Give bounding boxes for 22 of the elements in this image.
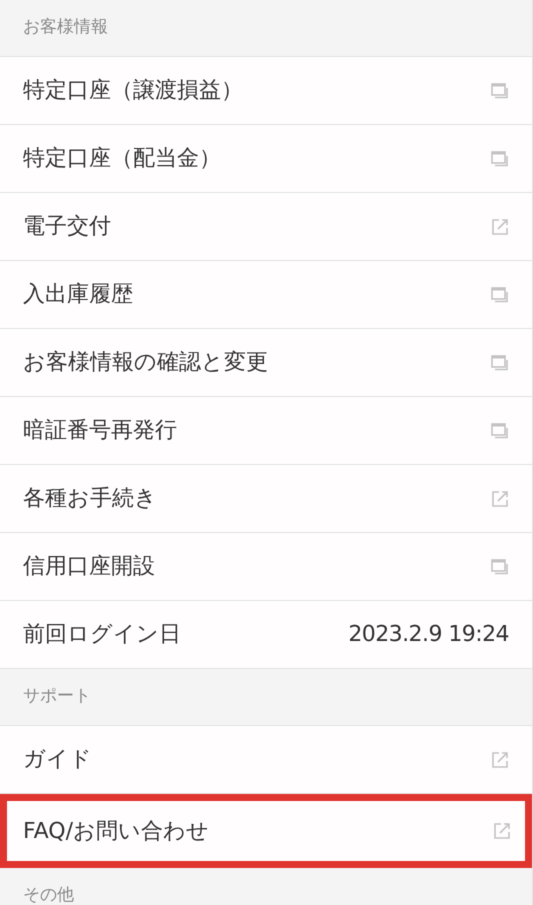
window-icon xyxy=(491,150,509,166)
external-link-icon xyxy=(491,750,509,768)
window-icon xyxy=(491,422,509,438)
menu-item[interactable]: 特定口座（譲渡損益） xyxy=(0,57,532,125)
menu-item[interactable]: FAQ/お問い合わせ xyxy=(0,794,532,868)
menu-item[interactable]: 入出庫履歴 xyxy=(0,261,532,329)
window-icon xyxy=(491,82,509,98)
menu-item[interactable]: 電子交付 xyxy=(0,193,532,261)
menu-item[interactable]: 暗証番号再発行 xyxy=(0,397,532,465)
menu-item[interactable]: 信用口座開設 xyxy=(0,533,532,601)
external-link-icon xyxy=(491,218,509,236)
window-icon xyxy=(491,286,509,302)
menu-item[interactable]: 前回ログイン日 2023.2.9 19:24 xyxy=(0,601,532,669)
window-icon xyxy=(491,354,509,370)
external-link-icon xyxy=(493,822,511,840)
menu-item[interactable]: 各種お手続き xyxy=(0,465,532,533)
external-link-icon xyxy=(491,490,509,508)
login-date: 2023.2.9 19:24 xyxy=(348,621,509,649)
menu-item[interactable]: お客様情報の確認と変更 xyxy=(0,329,532,397)
menu-item[interactable]: ガイド xyxy=(0,726,532,794)
window-icon xyxy=(491,558,509,574)
menu-item[interactable]: 特定口座（配当金） xyxy=(0,125,532,193)
